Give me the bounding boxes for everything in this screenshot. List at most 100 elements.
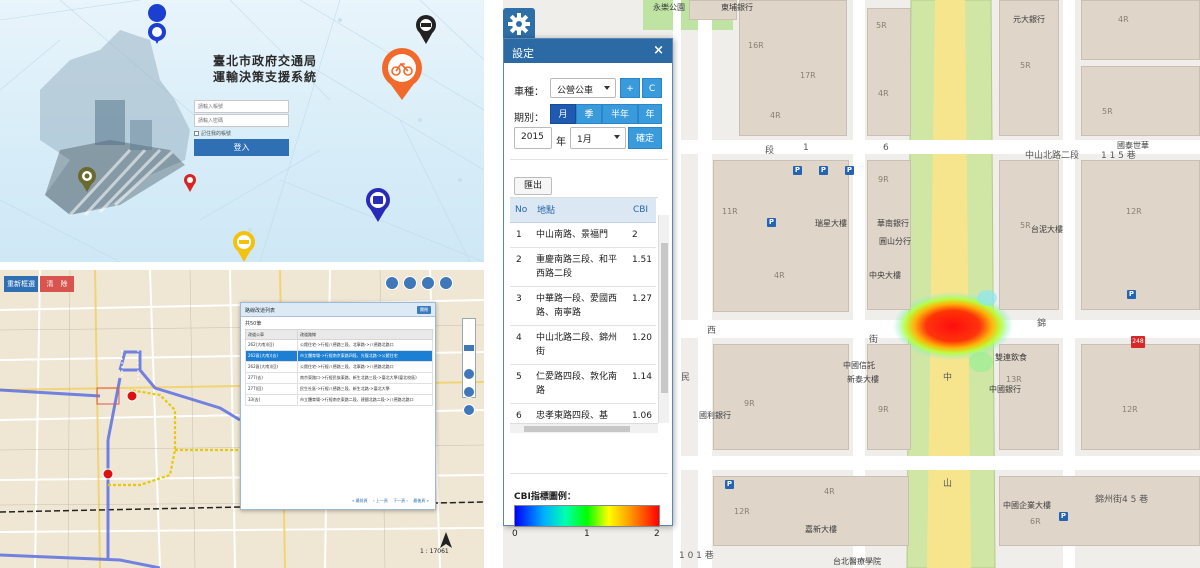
street-lane-101: 1 0 1 巷	[679, 551, 714, 561]
refresh-icon[interactable]	[403, 276, 417, 290]
table-row[interactable]: 5 仁愛路四段、敦化南路 1.14	[510, 364, 656, 404]
table-row[interactable]: 262區(大南)(回) 公館住宅->行經八德路三段、北寧路->八德路北路口	[245, 361, 433, 373]
period-month-button[interactable]: 月	[550, 104, 576, 124]
legend-tick-0: 0	[512, 529, 518, 539]
period-quarter-button[interactable]: 季	[576, 104, 602, 124]
cbi-col-value[interactable]: CBI	[627, 198, 656, 223]
pager-next[interactable]: 下一頁 ›	[393, 498, 408, 503]
period-halfyear-button[interactable]: 半年	[602, 104, 638, 124]
street-jinzhou-45: 錦州街4 5 巷	[1095, 495, 1149, 505]
cbi-vertical-scrollbar[interactable]	[658, 215, 669, 423]
print-icon[interactable]	[439, 276, 453, 290]
route-map-panel: 重新框選 清 除 路線改道列表 關閉 共50筆 改道公車 改道路線 262(大南…	[0, 270, 484, 568]
table-row[interactable]: 3 中華路一段、愛國西路、南寧路 1.27	[510, 286, 656, 326]
cbi-no: 6	[510, 403, 532, 423]
table-row[interactable]: 277(回) 民生社區->行經八德路三段、新生北路->臺北大學	[245, 383, 433, 395]
year-label: 年	[556, 137, 566, 148]
username-input[interactable]	[194, 100, 289, 113]
poi-zhongyang-building: 中央大樓	[869, 271, 901, 280]
vehicle-select[interactable]: 公營公車	[550, 78, 616, 98]
cbi-legend-colorbar	[514, 505, 660, 527]
route-desc: 民生社區->行經八德路三段、新生北路->臺北大學	[297, 383, 433, 395]
route-dialog-close-button[interactable]: 關閉	[417, 306, 431, 314]
table-row[interactable]: 262(大南)(回) 公館住宅->行經八德路三段、北寧路->八德路北路口	[245, 339, 433, 351]
table-row[interactable]: 1 中山南路、景福門 2	[510, 222, 656, 248]
clear-c-button[interactable]: C	[642, 78, 662, 98]
route-col-bus[interactable]: 改道公車	[245, 329, 298, 340]
north-arrow-icon	[440, 532, 452, 548]
close-icon[interactable]: ×	[653, 43, 664, 58]
table-row[interactable]: 4 中山北路二段、錦州街 1.20	[510, 325, 656, 365]
parking-icon[interactable]: P	[1127, 290, 1136, 299]
month-select[interactable]: 1月	[570, 127, 626, 149]
period-year-button[interactable]: 年	[638, 104, 662, 124]
poi-huanan-bank: 華南銀行	[877, 219, 909, 228]
cbi-horizontal-scrollbar[interactable]	[510, 423, 658, 433]
screenshot-collage: 臺北市政府交通局 運輸決策支援系統 記住我的帳號 登入	[0, 0, 1200, 568]
parking-icon[interactable]: P	[845, 166, 854, 175]
remember-checkbox[interactable]: 記住我的帳號	[194, 130, 231, 137]
route-count: 共50筆	[245, 321, 262, 327]
layers-icon[interactable]	[463, 386, 475, 398]
car-pin-icon	[416, 15, 436, 44]
pager-first[interactable]: « 最前頁	[352, 498, 368, 503]
table-row[interactable]: 6 忠孝東路四段、基 1.06	[510, 403, 656, 423]
poi-taipei-medical: 台北醫療學院	[833, 557, 881, 566]
scroll-thumb[interactable]	[524, 426, 630, 432]
year-input[interactable]: 2015	[514, 127, 552, 149]
route-col-route[interactable]: 改道路線	[297, 329, 433, 340]
cbi-value: 1.20	[627, 325, 656, 365]
street-alley-1: 1	[803, 143, 809, 153]
block: 12R	[1081, 160, 1200, 310]
route-bus: 277(去)	[245, 372, 298, 384]
swap-icon[interactable]	[385, 276, 399, 290]
cbi-place: 中華路一段、愛國西路、南寧路	[532, 286, 628, 326]
table-row-selected[interactable]: 262區(大南)(去) 市立體育場->行經南京東路四段、光復北路->公館住宅	[245, 350, 433, 362]
street-zhongshan-n2: 中山北路二段	[1025, 151, 1080, 161]
parking-icon[interactable]: P	[767, 218, 776, 227]
legend-tick-1: 1	[584, 529, 590, 539]
pager-prev[interactable]: ‹ 上一頁	[373, 498, 388, 503]
route-bus: 277(回)	[245, 383, 298, 395]
table-row[interactable]: 277(去) 南京東路口->行經民族東路、新生北路三段->臺北大學(臺北校區)	[245, 372, 433, 384]
back-icon[interactable]	[463, 404, 475, 416]
cbi-no: 5	[510, 364, 532, 404]
block: 16R 17R 4R	[739, 0, 847, 136]
block: 4R	[1081, 0, 1200, 60]
block: 12R	[1081, 344, 1200, 450]
zoom-slider-handle[interactable]	[464, 345, 474, 351]
location-icon[interactable]	[463, 368, 475, 380]
parking-icon[interactable]: P	[1059, 512, 1068, 521]
login-button[interactable]: 登入	[194, 139, 289, 156]
parking-icon[interactable]: P	[725, 480, 734, 489]
password-input[interactable]	[194, 114, 289, 127]
poi-ruixing-building: 瑞星大樓	[815, 219, 847, 228]
reselect-button[interactable]: 重新框選	[4, 276, 38, 292]
street-jin: 錦	[1037, 319, 1047, 329]
clear-button[interactable]: 清 除	[40, 276, 74, 292]
route-marker-248[interactable]: 248	[1131, 336, 1145, 348]
pager-last[interactable]: 最後頁 »	[413, 498, 429, 503]
settings-toggle-button[interactable]	[503, 8, 535, 40]
login-title-line2: 運輸決策支援系統	[212, 70, 317, 84]
parking-icon[interactable]: P	[819, 166, 828, 175]
poi-taini-building: 台泥大樓	[1031, 225, 1063, 234]
parking-icon[interactable]: P	[793, 166, 802, 175]
cbi-place: 仁愛路四段、敦化南路	[532, 364, 628, 404]
table-row[interactable]: 2 重慶南路三段、和平西路二段 1.51	[510, 247, 656, 287]
export-button[interactable]: 匯出	[514, 177, 552, 195]
brush-icon[interactable]	[421, 276, 435, 290]
confirm-button[interactable]: 確定	[628, 127, 662, 149]
add-button[interactable]: +	[620, 78, 640, 98]
map-scale: 1 : 17061	[420, 548, 449, 555]
login-title-line1: 臺北市政府交通局	[212, 54, 317, 68]
table-row[interactable]: 33(去) 市立體育場->行經南京東路二段、建國北路二段->八德路北路口	[245, 394, 433, 406]
cbi-col-place[interactable]: 地點	[532, 198, 628, 223]
cbi-col-no[interactable]: No	[510, 198, 532, 223]
scroll-thumb[interactable]	[661, 243, 668, 393]
route-dialog-title: 路線改道列表	[245, 308, 276, 314]
settings-title: 設定	[512, 47, 534, 60]
year-input-value: 2015	[521, 132, 544, 142]
heatmap-panel: 16R 17R 4R 5R 4R 11R 4R 9R 9R 9R 12R 4R 5R 4R…	[503, 0, 1200, 568]
vehicle-label: 車種：	[514, 87, 544, 98]
